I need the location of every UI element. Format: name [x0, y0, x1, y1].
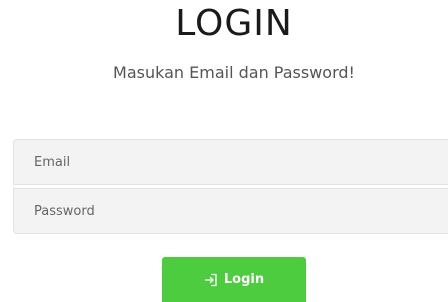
password-field[interactable]	[13, 188, 448, 234]
login-page: LOGIN Masukan Email dan Password! Login	[0, 0, 448, 302]
page-subtitle: Masukan Email dan Password!	[113, 63, 355, 82]
login-icon	[204, 273, 218, 287]
login-button-label: Login	[223, 272, 265, 287]
login-button[interactable]: Login	[162, 257, 306, 302]
page-title: LOGIN	[175, 3, 293, 44]
email-field[interactable]	[13, 139, 448, 185]
